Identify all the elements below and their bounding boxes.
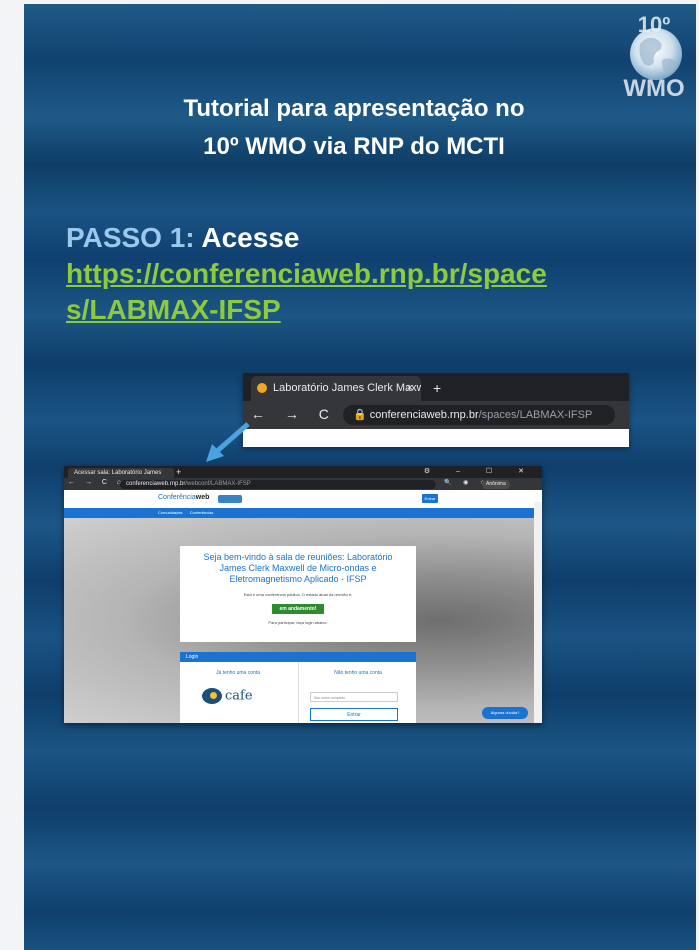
site-brand[interactable]: Conferênciaweb xyxy=(158,494,209,501)
crop-url-field[interactable]: 🔒 conferenciaweb.rnp.br/spaces/LABMAX-IF… xyxy=(343,405,615,425)
shot-tab-bar: Acessar sala: Laboratório James + ⚙ – ☐ … xyxy=(64,466,542,478)
close-icon[interactable]: × xyxy=(407,376,413,401)
arrow-icon xyxy=(206,422,250,462)
cafe-label: cafe xyxy=(225,688,253,704)
welcome-heading: Seja bem-vindo à sala de reuniões: Labor… xyxy=(203,552,393,584)
welcome-card: Seja bem-vindo à sala de reuniões: Labor… xyxy=(180,546,416,642)
shot-address-bar: ← → C ⌂ conferenciaweb.rnp.br/webconf/LA… xyxy=(64,478,542,490)
crop-tab[interactable]: Laboratório James Clerk Maxwell × xyxy=(251,376,421,401)
help-button[interactable]: Alguma dúvida? xyxy=(482,707,528,719)
name-input[interactable]: Seu nome completo xyxy=(310,692,398,702)
shot-tab[interactable]: Acessar sala: Laboratório James xyxy=(68,468,174,478)
rnp-logo xyxy=(218,495,242,503)
logo-text-bottom: WMO xyxy=(623,75,684,100)
crop-url-path: /spaces/LABMAX-IFSP xyxy=(478,409,593,421)
crop-url-domain: conferenciaweb.rnp.br xyxy=(369,409,479,421)
cafe-icon xyxy=(202,688,222,704)
login-hint: Para participar, faça login abaixo: xyxy=(268,620,328,625)
crop-address-bar: ← → C ⌂ 🔒 conferenciaweb.rnp.br/spaces/L… xyxy=(243,401,629,429)
header-enter-button[interactable]: Entrar xyxy=(422,494,438,503)
title-line-2: 10º WMO via RNP do MCTI xyxy=(203,133,505,160)
slide: 10º WMO Tutorial para apresentação no 10… xyxy=(24,4,696,950)
crop-tab-title: Laboratório James Clerk Maxwell xyxy=(273,382,421,394)
profile-chip[interactable]: Anônima xyxy=(482,480,510,489)
conference-link[interactable]: https://conferenciaweb.rnp.br/space s/LA… xyxy=(66,256,666,328)
site-header: Conferênciaweb Entrar xyxy=(64,490,542,508)
conference-info: Esta é uma conferência pública. O estado… xyxy=(243,592,353,597)
wmo-globe-logo: 10º WMO xyxy=(623,12,684,100)
new-tab-icon[interactable]: + xyxy=(433,376,441,401)
lock-icon: 🔒 xyxy=(353,409,370,421)
login-card: Login Já tenho uma conta Não tenho uma c… xyxy=(180,652,416,723)
shot-new-tab-icon[interactable]: + xyxy=(176,466,181,478)
window-controls[interactable]: ⚙ – ☐ ✕ xyxy=(424,466,536,478)
shot-url-path: /webconf/LABMAX-IFSP xyxy=(185,481,251,487)
step-label: PASSO 1: xyxy=(66,222,195,253)
conference-link-line-1[interactable]: https://conferenciaweb.rnp.br/space xyxy=(66,258,547,289)
logo-text-top: 10º xyxy=(638,12,671,37)
browser-crop: Laboratório James Clerk Maxwell × + ← → … xyxy=(243,373,629,447)
page-title: Tutorial para apresentação no 10º WMO vi… xyxy=(84,90,624,166)
step-1: PASSO 1: Acesse https://conferenciaweb.r… xyxy=(66,220,666,328)
status-badge: em andamento! xyxy=(271,604,325,614)
site-menu[interactable]: Comunidades Conferências xyxy=(64,508,542,518)
enter-button[interactable]: Entrar xyxy=(310,708,398,721)
crop-tab-bar: Laboratório James Clerk Maxwell × + xyxy=(243,373,629,401)
login-header: Login xyxy=(180,652,416,662)
shot-url-domain: conferenciaweb.rnp.br xyxy=(126,481,186,487)
favicon-icon xyxy=(257,383,267,394)
shot-nav-icons[interactable]: ← → C ⌂ xyxy=(68,479,125,486)
shot-url-field[interactable]: conferenciaweb.rnp.br/webconf/LABMAX-IFS… xyxy=(120,480,436,489)
title-line-1: Tutorial para apresentação no xyxy=(183,95,525,122)
browser-screenshot: Acessar sala: Laboratório James + ⚙ – ☐ … xyxy=(64,466,542,723)
cafe-login-button[interactable]: cafe xyxy=(202,688,253,704)
scrollbar[interactable] xyxy=(534,502,542,723)
have-account-label: Já tenho uma conta xyxy=(216,670,260,676)
conference-link-line-2[interactable]: s/LABMAX-IFSP xyxy=(66,294,281,325)
step-action: Acesse xyxy=(201,222,300,253)
